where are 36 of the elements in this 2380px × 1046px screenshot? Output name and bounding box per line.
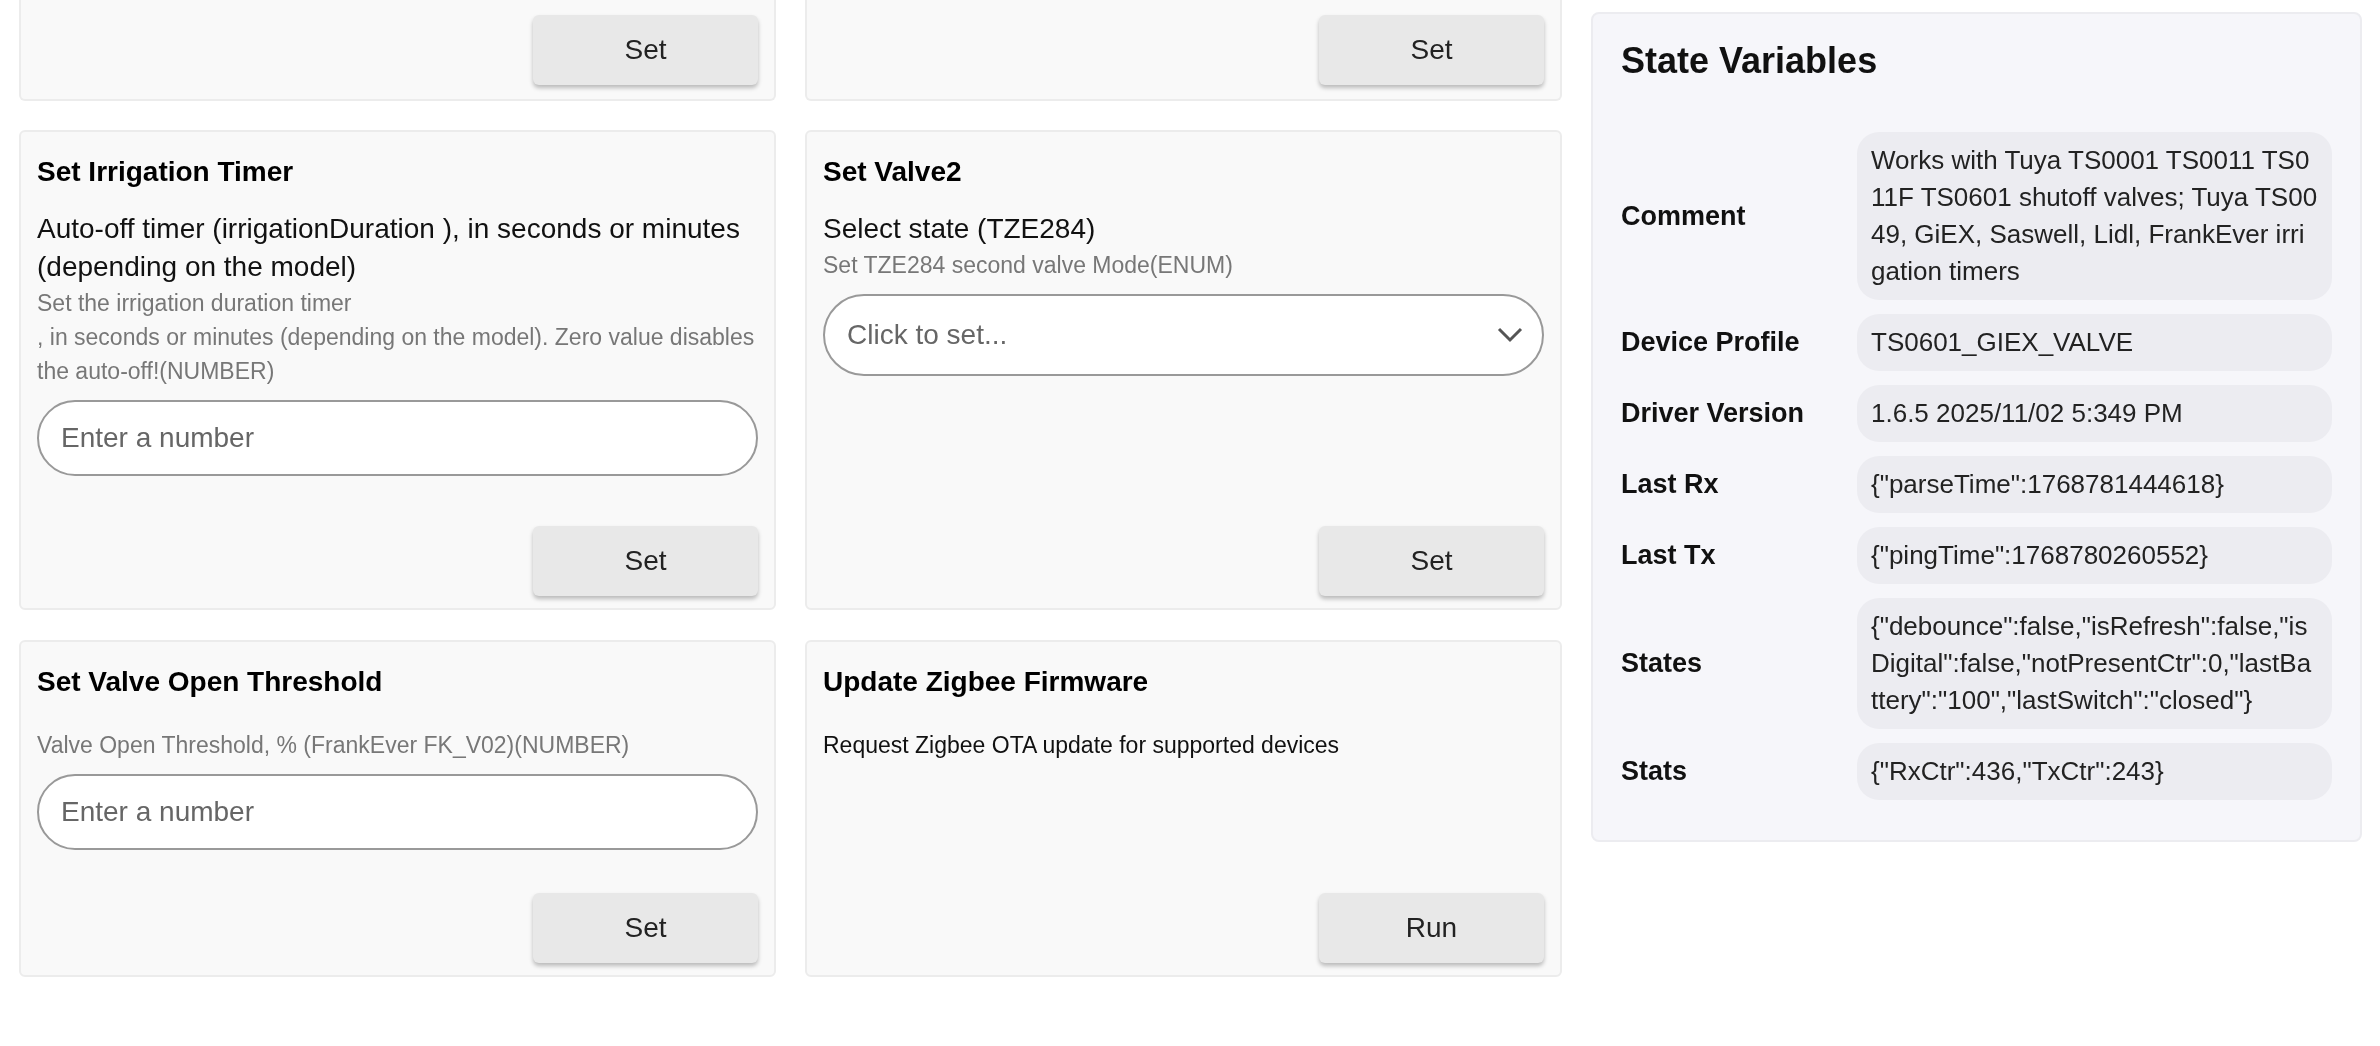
card-title: Set Valve Open Threshold — [37, 665, 384, 699]
dropdown-placeholder: Click to set... — [847, 318, 1008, 352]
field-description: Request Zigbee OTA update for supported devices — [823, 731, 1341, 760]
dropdown-field[interactable]: Click to set... — [823, 294, 1544, 376]
variable-name: Comment — [1621, 199, 1747, 233]
variable-name: Last Rx — [1621, 468, 1720, 502]
variable-name: Device Profile — [1621, 326, 1801, 360]
panel-title: State Variables — [1621, 39, 1879, 83]
number-field[interactable]: Enter a number — [37, 774, 758, 850]
action-button[interactable]: Set — [533, 15, 758, 85]
variable-value: {"debounce":false,"isRefresh":false,"isDigital":false,"notPresentCtr":0,"lastBattery":"100","lastSwitch":"closed"} — [1857, 598, 2332, 729]
action-button[interactable]: Set — [1319, 526, 1544, 596]
variable-value: {"pingTime":1768780260552} — [1857, 527, 2332, 584]
card-title: Set Valve2 — [823, 155, 963, 189]
variable-value: Works with Tuya TS0001 TS0011 TS011F TS0601 shutoff valves; Tuya TS0049, GiEX, Saswell, Lidl, FrankEver irrigation timers — [1857, 132, 2332, 300]
field-label: Auto-off timer (irrigationDuration ), in seconds or minutes (depending on the model) — [37, 212, 741, 284]
number-field[interactable]: Enter a number — [37, 400, 758, 476]
field-label: Select state (TZE284) — [823, 212, 1097, 246]
variable-value: TS0601_GIEX_VALVE — [1857, 314, 2332, 371]
variable-name: States — [1621, 647, 1704, 681]
field-description: Set TZE284 second valve Mode(ENUM) — [823, 251, 1234, 280]
chevron-down-icon — [1496, 326, 1524, 344]
action-button[interactable]: Set — [1319, 15, 1544, 85]
variable-value: 1.6.5 2025/11/02 5:349 PM — [1857, 385, 2332, 442]
action-button[interactable]: Set — [533, 526, 758, 596]
field-description: Valve Open Threshold, % (FrankEver FK_V02)(NUMBER) — [37, 731, 631, 760]
variable-value: {"parseTime":1768781444618} — [1857, 456, 2332, 513]
variable-name: Last Tx — [1621, 539, 1717, 573]
variable-name: Driver Version — [1621, 397, 1806, 431]
variable-value: {"RxCtr":436,"TxCtr":243} — [1857, 743, 2332, 800]
variable-name: Stats — [1621, 755, 1689, 789]
field-description: Set the irrigation duration timer , in seconds or minutes (depending on the model). Zero value disables the auto-off!(NUMBER) — [37, 289, 756, 386]
action-button[interactable]: Set — [533, 893, 758, 963]
card-title: Update Zigbee Firmware — [823, 665, 1150, 699]
action-button[interactable]: Run — [1319, 893, 1544, 963]
card-title: Set Irrigation Timer — [37, 155, 295, 189]
